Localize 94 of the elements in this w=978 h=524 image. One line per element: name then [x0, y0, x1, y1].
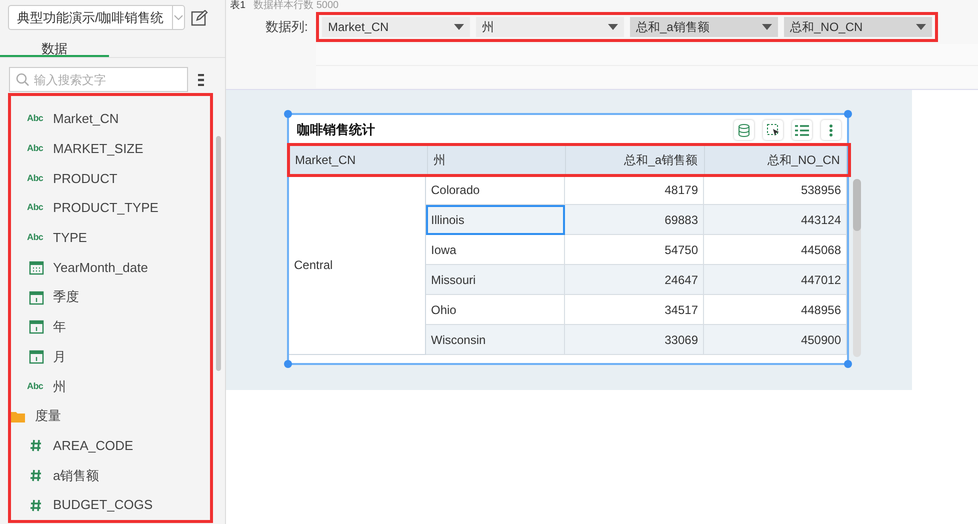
- edit-button[interactable]: [191, 10, 208, 26]
- columns-label: 数据列:: [264, 18, 309, 36]
- type-label: Abc: [27, 380, 44, 393]
- menu-button[interactable]: [198, 74, 204, 86]
- resize-handle[interactable]: [284, 360, 292, 368]
- column-header[interactable]: 州: [428, 145, 566, 175]
- table-cell[interactable]: Illinois: [426, 205, 565, 235]
- panel-tab[interactable]: 数据: [0, 32, 109, 57]
- field-item[interactable]: Abc 州: [11, 371, 210, 402]
- edit-icon: [191, 10, 208, 26]
- menu-icon: [198, 74, 204, 86]
- field-label: YearMonth_date: [53, 258, 148, 277]
- caret-down-icon: [762, 24, 772, 30]
- table-cell[interactable]: 450900: [704, 325, 847, 355]
- header-label: 州: [434, 152, 446, 169]
- more-button[interactable]: [821, 120, 841, 140]
- database-icon: [738, 124, 750, 136]
- column-header[interactable]: Market_CN: [289, 145, 428, 175]
- type-label: Abc: [27, 142, 44, 155]
- header-label: Market_CN: [295, 152, 356, 169]
- pill-label: 总和_NO_CN: [790, 19, 863, 36]
- pill-label: 州: [482, 19, 494, 36]
- type-label: Abc: [27, 230, 44, 244]
- hash-icon: [30, 468, 42, 482]
- group-label: Central: [289, 175, 426, 355]
- column-header[interactable]: 总和_NO_CN: [704, 145, 847, 175]
- field-label: 季度: [53, 288, 79, 306]
- hash-icon: [30, 498, 42, 512]
- hash-icon: [30, 439, 42, 452]
- field-label: 州: [53, 378, 66, 396]
- caret-down-icon: [608, 24, 618, 30]
- field-item[interactable]: YearMonth_date: [11, 252, 210, 282]
- field-item[interactable]: Abc PRODUCT: [11, 163, 210, 194]
- type-label: Abc: [27, 172, 44, 185]
- field-item[interactable]: a销售额: [11, 460, 210, 490]
- pill-label: 总和_a销售额: [636, 19, 710, 36]
- resize-handle[interactable]: [284, 110, 292, 118]
- selection-cursor-icon: [766, 124, 780, 136]
- list-icon: [795, 124, 809, 136]
- field-item[interactable]: 度量: [11, 401, 210, 431]
- field-item[interactable]: 月: [11, 342, 210, 372]
- field-item[interactable]: 季度: [11, 282, 210, 312]
- type-label: Abc: [27, 201, 44, 214]
- field-label: AREA_CODE: [53, 437, 134, 456]
- sheet-title: 表1: [230, 0, 246, 12]
- table-cell[interactable]: 33069: [565, 325, 704, 355]
- widget-title: 咖啡销售统计: [297, 121, 375, 140]
- chevron-down-icon: [174, 15, 183, 20]
- column-pill[interactable]: 州: [476, 17, 624, 37]
- field-item[interactable]: AREA_CODE: [11, 430, 210, 461]
- table-cell[interactable]: Colorado: [426, 175, 565, 205]
- resize-handle[interactable]: [844, 360, 852, 368]
- field-item[interactable]: Abc MARKET_SIZE: [11, 134, 210, 164]
- select-button[interactable]: [763, 120, 783, 140]
- type-label: Abc: [27, 112, 44, 126]
- field-item[interactable]: BUDGET_COGS: [11, 490, 210, 520]
- field-label: BUDGET_COGS: [53, 496, 153, 514]
- field-label: 月: [53, 348, 66, 366]
- field-label: 年: [53, 318, 66, 336]
- field-item[interactable]: Abc TYPE: [11, 222, 210, 253]
- column-header[interactable]: 总和_a销售额: [566, 145, 704, 175]
- calendar-icon: [28, 290, 44, 305]
- field-label: TYPE: [53, 228, 87, 247]
- field-label: a销售额: [53, 466, 100, 485]
- field-item[interactable]: Abc Market_CN: [11, 104, 210, 134]
- field-item[interactable]: 年: [11, 312, 210, 342]
- search-icon: [16, 73, 29, 86]
- caret-down-icon: [454, 24, 464, 30]
- field-label: Market_CN: [53, 110, 119, 128]
- calendar-icon: [28, 349, 44, 364]
- column-pill[interactable]: Market_CN: [322, 17, 470, 37]
- database-button[interactable]: [734, 120, 754, 140]
- more-icon: [829, 124, 833, 136]
- header-label: 总和_NO_CN: [767, 152, 840, 169]
- search-field[interactable]: 输入搜索文字: [9, 67, 188, 92]
- field-label: PRODUCT: [53, 170, 118, 188]
- resize-handle[interactable]: [844, 110, 852, 118]
- calendar-icon: [28, 319, 44, 334]
- pill-label: Market_CN: [328, 19, 389, 36]
- caret-down-icon: [916, 24, 926, 30]
- column-pill[interactable]: 总和_NO_CN: [784, 17, 932, 37]
- table-button[interactable]: [792, 120, 812, 140]
- calendar-icon: [28, 260, 44, 275]
- field-label: PRODUCT_TYPE: [53, 199, 158, 218]
- folder-icon: [11, 410, 26, 423]
- dropdown-value: 典型功能演示/咖啡销售统: [16, 8, 165, 27]
- sample-info: 数据样本行数 5000: [254, 0, 339, 12]
- field-label: MARKET_SIZE: [53, 140, 144, 158]
- field-label: 度量: [35, 407, 61, 426]
- column-pill[interactable]: 总和_a销售额: [630, 17, 778, 37]
- dataset-dropdown[interactable]: 典型功能演示/咖啡销售统: [8, 5, 185, 30]
- table-cell[interactable]: Wisconsin: [426, 325, 565, 355]
- field-item[interactable]: Abc PRODUCT_TYPE: [11, 193, 210, 223]
- header-label: 总和_a销售额: [624, 152, 698, 169]
